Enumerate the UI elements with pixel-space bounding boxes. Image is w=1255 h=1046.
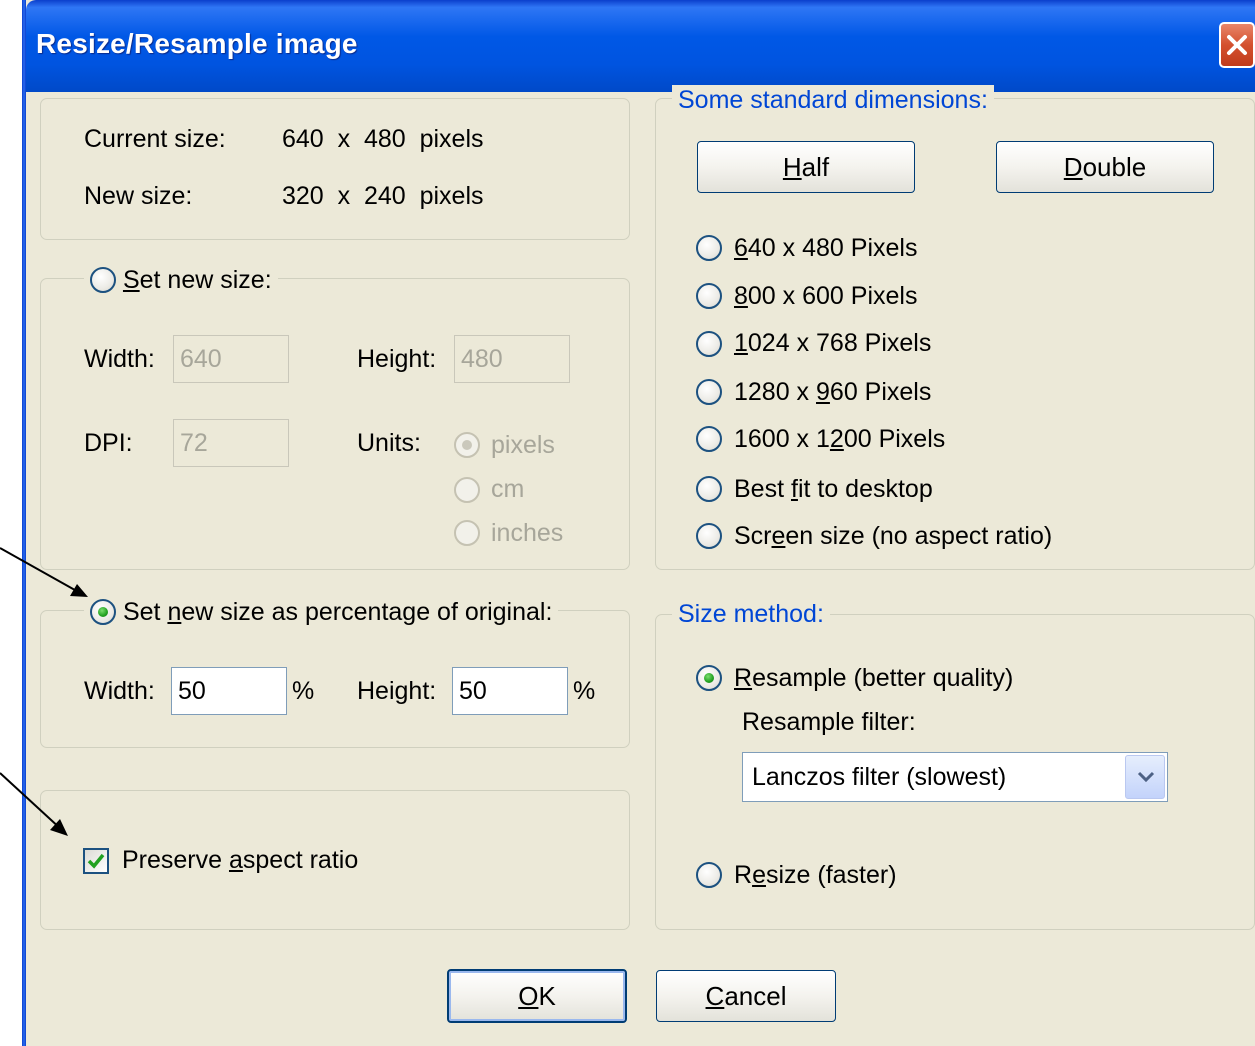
- arrow-to-percentage-option: [0, 547, 88, 597]
- arrow-to-aspect-checkbox: [0, 772, 68, 836]
- annotation-arrows: [0, 547, 88, 836]
